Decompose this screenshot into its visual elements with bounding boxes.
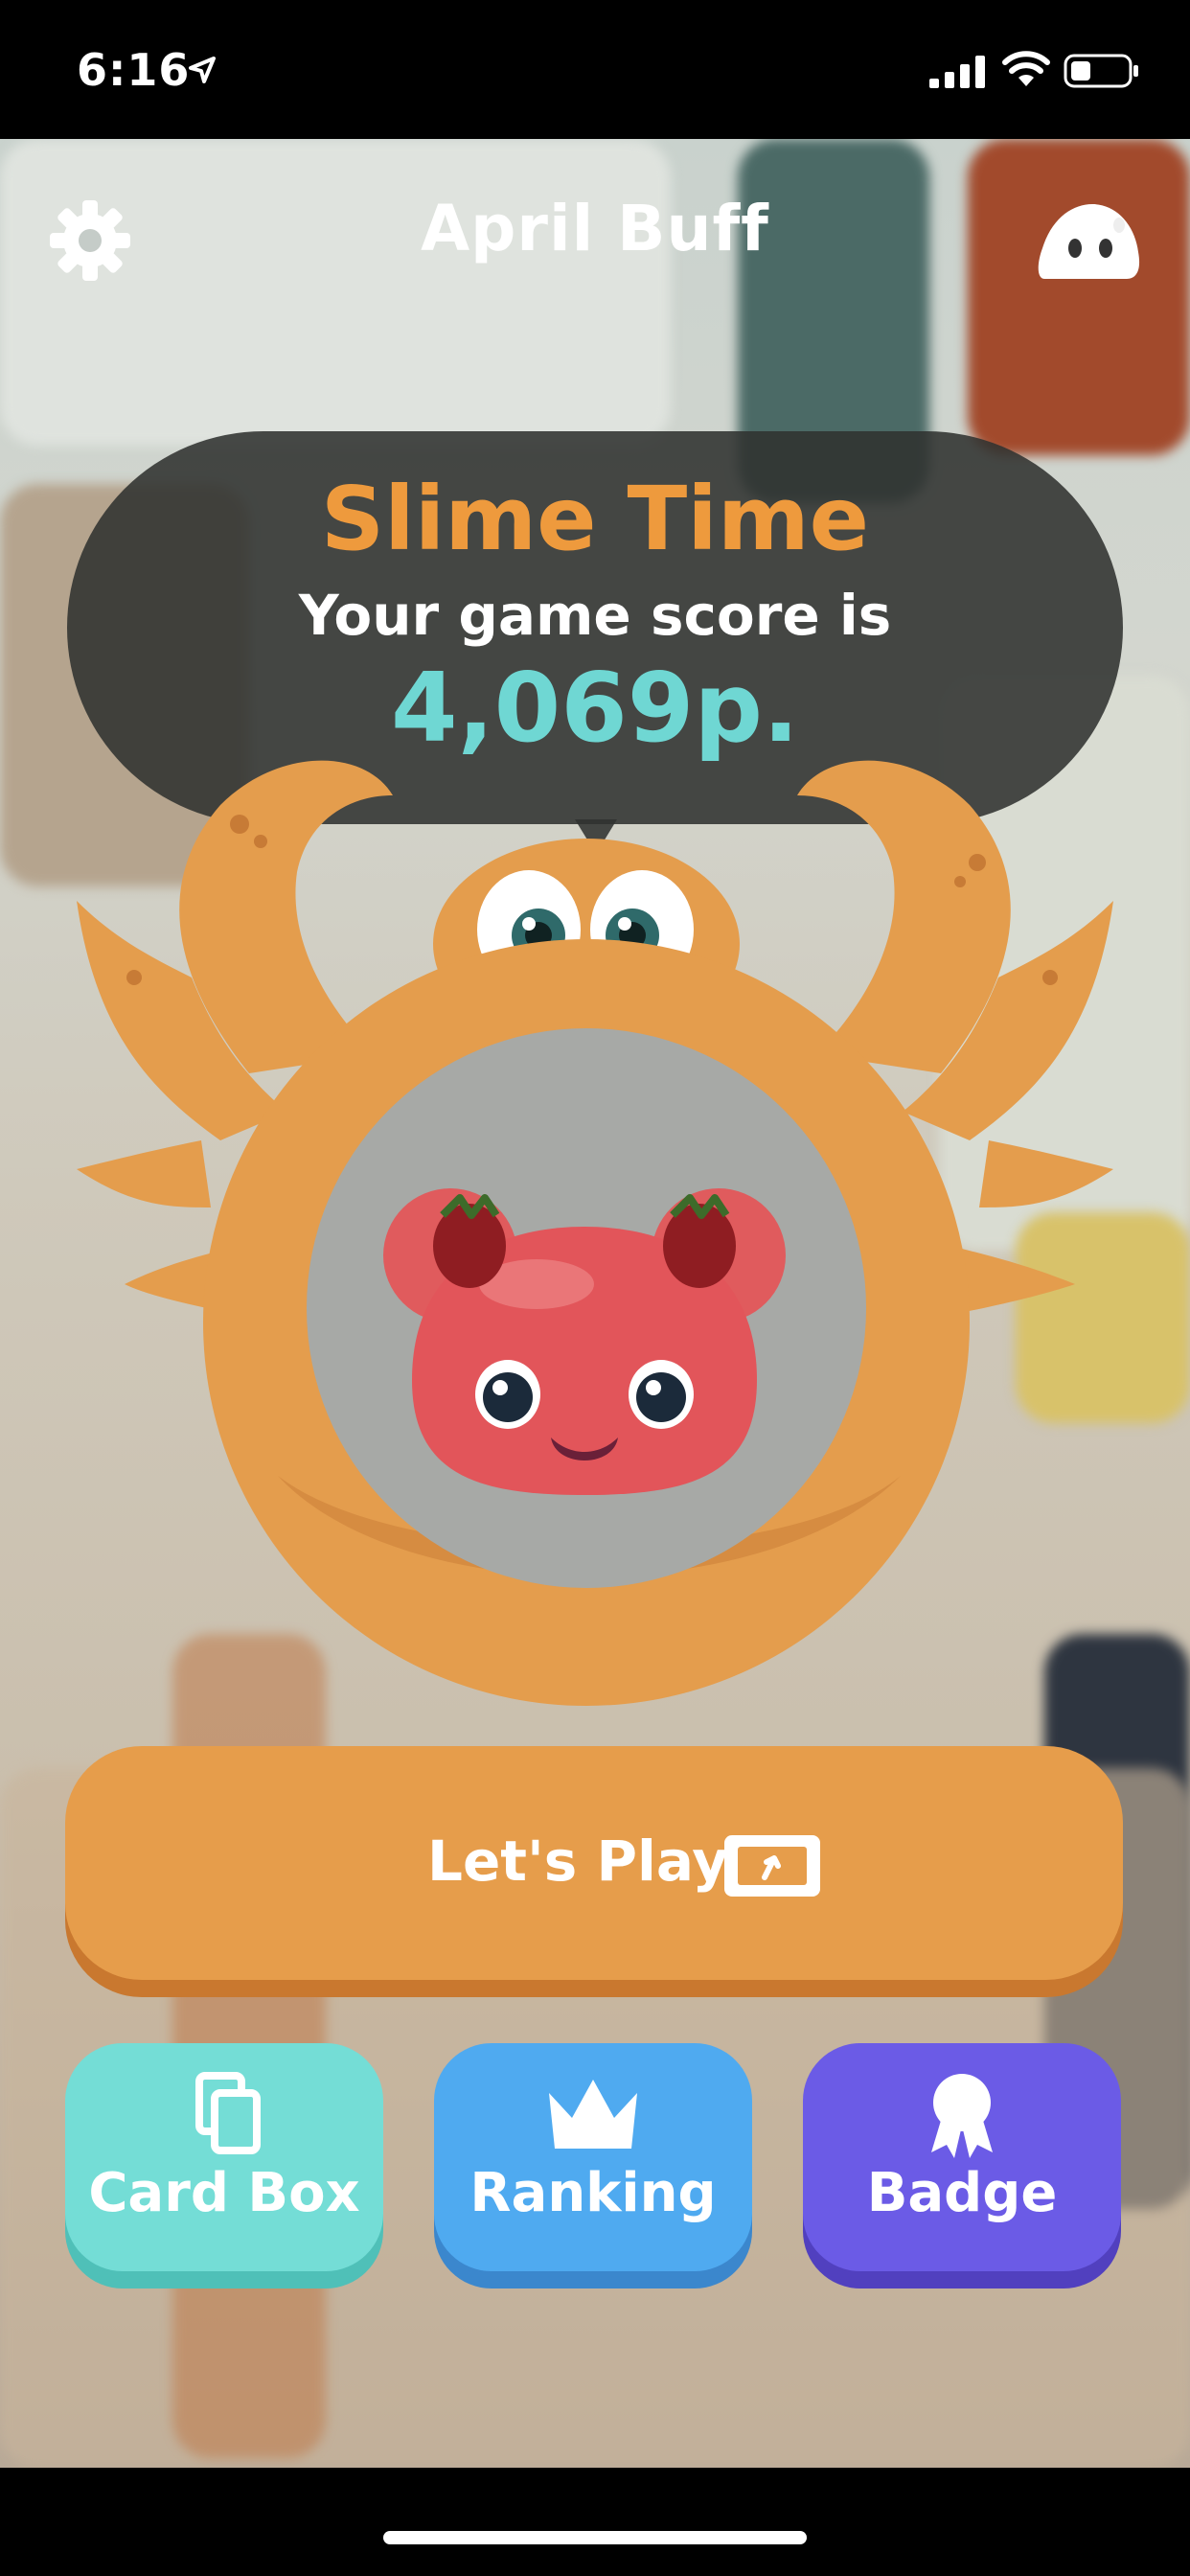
game-title: Slime Time [320, 468, 870, 570]
crown-icon [549, 2080, 637, 2149]
ranking-button[interactable]: Ranking [434, 2043, 752, 2271]
score-label: Your game score is [298, 583, 892, 648]
battery-icon [1064, 54, 1138, 88]
badge-button[interactable]: Badge [803, 2043, 1121, 2271]
card-box-button[interactable]: Card Box [65, 2043, 383, 2271]
wifi-icon [1002, 51, 1050, 86]
score-value: 4,069p. [391, 652, 799, 764]
page-title: April Buff [421, 192, 769, 265]
slime-profile-icon[interactable] [1035, 196, 1142, 285]
status-bar: 6:16 [0, 0, 1190, 139]
book-blur [968, 139, 1190, 455]
badge-ribbon-icon [931, 2074, 993, 2158]
location-arrow-icon [189, 57, 216, 83]
card-box-icon [195, 2072, 261, 2154]
home-indicator[interactable] [383, 2531, 807, 2544]
octopus-character [77, 760, 1113, 1706]
card-box-label: Card Box [88, 2162, 360, 2224]
cellular-signal-icon [929, 56, 985, 88]
rotate-landscape-icon [724, 1835, 820, 1897]
lets-play-label: Let's Play [427, 1828, 729, 1894]
ranking-label: Ranking [469, 2162, 717, 2224]
badge-label: Badge [866, 2162, 1058, 2224]
bottom-bar [0, 2468, 1190, 2576]
keyboard-blur [0, 139, 671, 446]
status-time: 6:16 [77, 44, 191, 96]
